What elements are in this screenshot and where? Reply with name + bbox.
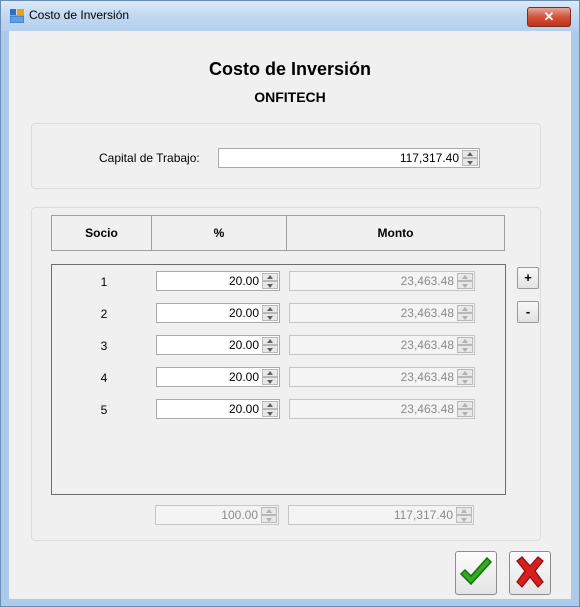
capital-group: Capital de Trabajo: 117,317.40	[31, 123, 541, 189]
monto-value: 23,463.48	[400, 338, 454, 352]
dialog-heading: Costo de Inversión	[208, 59, 372, 79]
column-header-monto[interactable]: Monto	[286, 215, 505, 251]
capital-spinner[interactable]	[462, 150, 478, 166]
monto-input: 23,463.48	[289, 303, 475, 323]
title-bar[interactable]: Costo de Inversión ✕	[1, 1, 579, 31]
monto-input: 23,463.48	[289, 271, 475, 291]
percent-spinner[interactable]	[262, 401, 278, 417]
spin-up-icon	[457, 273, 473, 281]
spin-down-icon[interactable]	[462, 158, 478, 166]
spin-down-icon[interactable]	[262, 313, 278, 321]
percent-input[interactable]: 20.00	[156, 271, 280, 291]
spin-up-icon	[457, 369, 473, 377]
spin-down-icon[interactable]	[262, 377, 278, 385]
app-window-icon	[10, 9, 24, 23]
dialog-client-area: Costo de Inversión ONFITECH Capital de T…	[9, 31, 571, 599]
percent-input[interactable]: 20.00	[156, 367, 280, 387]
spin-up-icon[interactable]	[262, 273, 278, 281]
spin-down-icon	[457, 377, 473, 385]
spin-up-icon[interactable]	[462, 150, 478, 158]
monto-input: 23,463.48	[289, 399, 475, 419]
monto-value: 23,463.48	[400, 402, 454, 416]
percent-value: 20.00	[228, 306, 259, 320]
capital-value: 117,317.40	[399, 151, 459, 165]
monto-value: 23,463.48	[400, 274, 454, 288]
percent-spinner[interactable]	[262, 337, 278, 353]
monto-spinner	[457, 337, 473, 353]
close-button[interactable]: ✕	[527, 7, 571, 27]
company-name: ONFITECH	[254, 89, 326, 105]
spin-up-icon[interactable]	[262, 401, 278, 409]
spin-down-icon[interactable]	[262, 281, 278, 289]
percent-input[interactable]: 20.00	[156, 303, 280, 323]
column-header-socio[interactable]: Socio	[51, 215, 152, 251]
monto-value: 23,463.48	[400, 306, 454, 320]
capital-input[interactable]: 117,317.40	[218, 148, 480, 168]
monto-value: 23,463.48	[400, 370, 454, 384]
x-icon	[516, 556, 544, 588]
percent-spinner[interactable]	[262, 273, 278, 289]
dialog-window: Costo de Inversión ✕ Costo de Inversión …	[0, 0, 580, 607]
monto-input: 23,463.48	[289, 335, 475, 355]
spin-up-icon[interactable]	[262, 369, 278, 377]
socio-number: 5	[100, 403, 108, 417]
percent-value: 20.00	[228, 274, 259, 288]
check-icon	[459, 556, 493, 586]
spin-up-icon	[261, 507, 277, 515]
percent-total-value: 100.00	[221, 508, 258, 522]
monto-input: 23,463.48	[289, 367, 475, 387]
spin-up-icon[interactable]	[262, 337, 278, 345]
spin-down-icon	[457, 409, 473, 417]
percent-value: 20.00	[228, 338, 259, 352]
percent-input[interactable]: 20.00	[156, 335, 280, 355]
partners-list: 1 20.00 23,463.48 2 20.00 23,463.48 3 20…	[51, 264, 506, 495]
percent-spinner[interactable]	[262, 305, 278, 321]
monto-total-value: 117,317.40	[393, 508, 453, 522]
monto-spinner	[457, 305, 473, 321]
spin-up-icon	[457, 337, 473, 345]
spin-up-icon[interactable]	[262, 305, 278, 313]
capital-label: Capital de Trabajo:	[99, 151, 200, 165]
spin-up-icon	[457, 401, 473, 409]
percent-value: 20.00	[228, 370, 259, 384]
monto-spinner	[457, 369, 473, 385]
window-title: Costo de Inversión	[29, 8, 130, 22]
column-header-percent[interactable]: %	[151, 215, 287, 251]
percent-total-input: 100.00	[155, 505, 279, 525]
socio-number: 4	[100, 371, 108, 385]
socio-number: 3	[100, 339, 108, 353]
monto-spinner	[457, 273, 473, 289]
spin-down-icon[interactable]	[262, 409, 278, 417]
close-icon: ✕	[543, 9, 555, 24]
monto-spinner	[457, 401, 473, 417]
spin-up-icon	[456, 507, 472, 515]
percent-spinner[interactable]	[262, 369, 278, 385]
accept-button[interactable]	[455, 551, 497, 595]
remove-partner-button[interactable]: -	[517, 301, 539, 323]
percent-total-spinner	[261, 507, 277, 523]
spin-down-icon	[261, 515, 277, 523]
socio-number: 1	[100, 275, 108, 289]
spin-down-icon	[457, 345, 473, 353]
add-partner-button[interactable]: +	[517, 267, 539, 289]
spin-up-icon	[457, 305, 473, 313]
spin-down-icon	[456, 515, 472, 523]
percent-value: 20.00	[228, 402, 259, 416]
monto-total-spinner	[456, 507, 472, 523]
spin-down-icon	[457, 281, 473, 289]
spin-down-icon[interactable]	[262, 345, 278, 353]
spin-down-icon	[457, 313, 473, 321]
cancel-button[interactable]	[509, 551, 551, 595]
socio-number: 2	[100, 307, 108, 321]
percent-input[interactable]: 20.00	[156, 399, 280, 419]
monto-total-input: 117,317.40	[288, 505, 474, 525]
